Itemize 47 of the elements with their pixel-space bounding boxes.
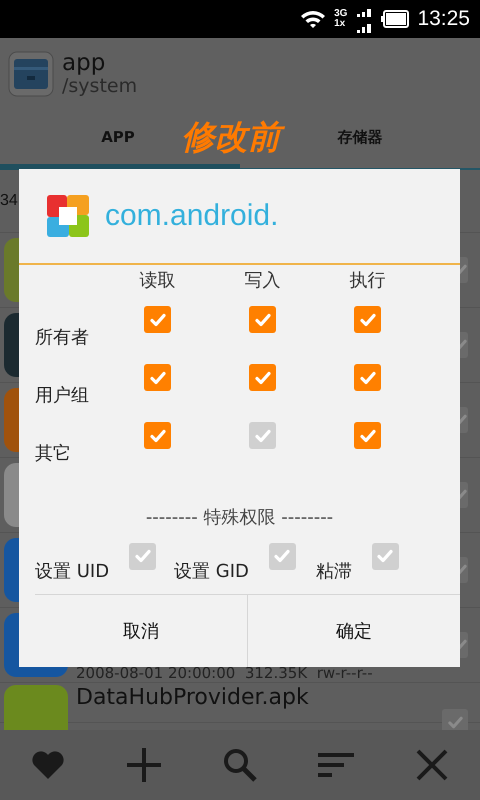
checkbox[interactable] [144,306,171,334]
wifi-icon [300,9,326,29]
network-label: 3G [334,9,348,19]
checkbox[interactable] [354,422,381,450]
section-heading: -------- 特殊权限 -------- [144,506,334,529]
row-label: 所有者 [35,326,90,350]
checkbox[interactable] [460,632,468,658]
checkbox[interactable] [442,709,468,730]
app-logo-icon [47,194,89,237]
checkbox[interactable] [460,407,468,433]
permission-label: 设置 GID [174,560,249,583]
checkbox[interactable] [144,422,171,450]
checkbox[interactable] [372,542,399,570]
annotation-label: 修改前 [176,116,292,158]
checkbox[interactable] [249,422,276,450]
row-label: 其它 [35,442,72,466]
app-icon [4,685,68,730]
row-label: 用户组 [35,384,90,408]
checkbox[interactable] [460,482,468,508]
permission-label: 设置 UID [35,560,110,583]
file-details: 2008-08-01 20:00:00 312.35K rw-r--r-- [76,666,374,681]
item-count: 34 [0,192,18,210]
checkbox[interactable] [144,364,171,392]
checkbox[interactable] [268,542,296,570]
checkbox[interactable] [460,257,468,283]
file-name: DataHubProvider.apk [76,685,310,710]
checkbox[interactable] [249,364,276,392]
battery-icon [381,10,410,28]
checkbox[interactable] [354,306,381,334]
network-label: 1x [334,19,346,29]
column-header: 执行 [348,268,386,293]
checkbox[interactable] [129,542,156,570]
dialog-button[interactable]: 取消 [35,595,247,667]
folder-title: app [62,50,106,76]
check-icon [446,714,464,730]
column-header: 写入 [244,268,282,293]
dialog-title: com.android. [105,198,278,233]
checkbox[interactable] [354,364,381,392]
clock: 13:25 [417,7,470,31]
dialog-button[interactable]: 确定 [247,595,460,667]
checkbox[interactable] [249,306,276,334]
permission-label: 粘滞 [316,560,352,583]
column-header: 读取 [138,268,176,293]
checkbox[interactable] [460,557,468,583]
checkbox[interactable] [460,332,468,358]
add-icon[interactable] [124,745,164,785]
cabinet-icon[interactable] [8,51,54,97]
